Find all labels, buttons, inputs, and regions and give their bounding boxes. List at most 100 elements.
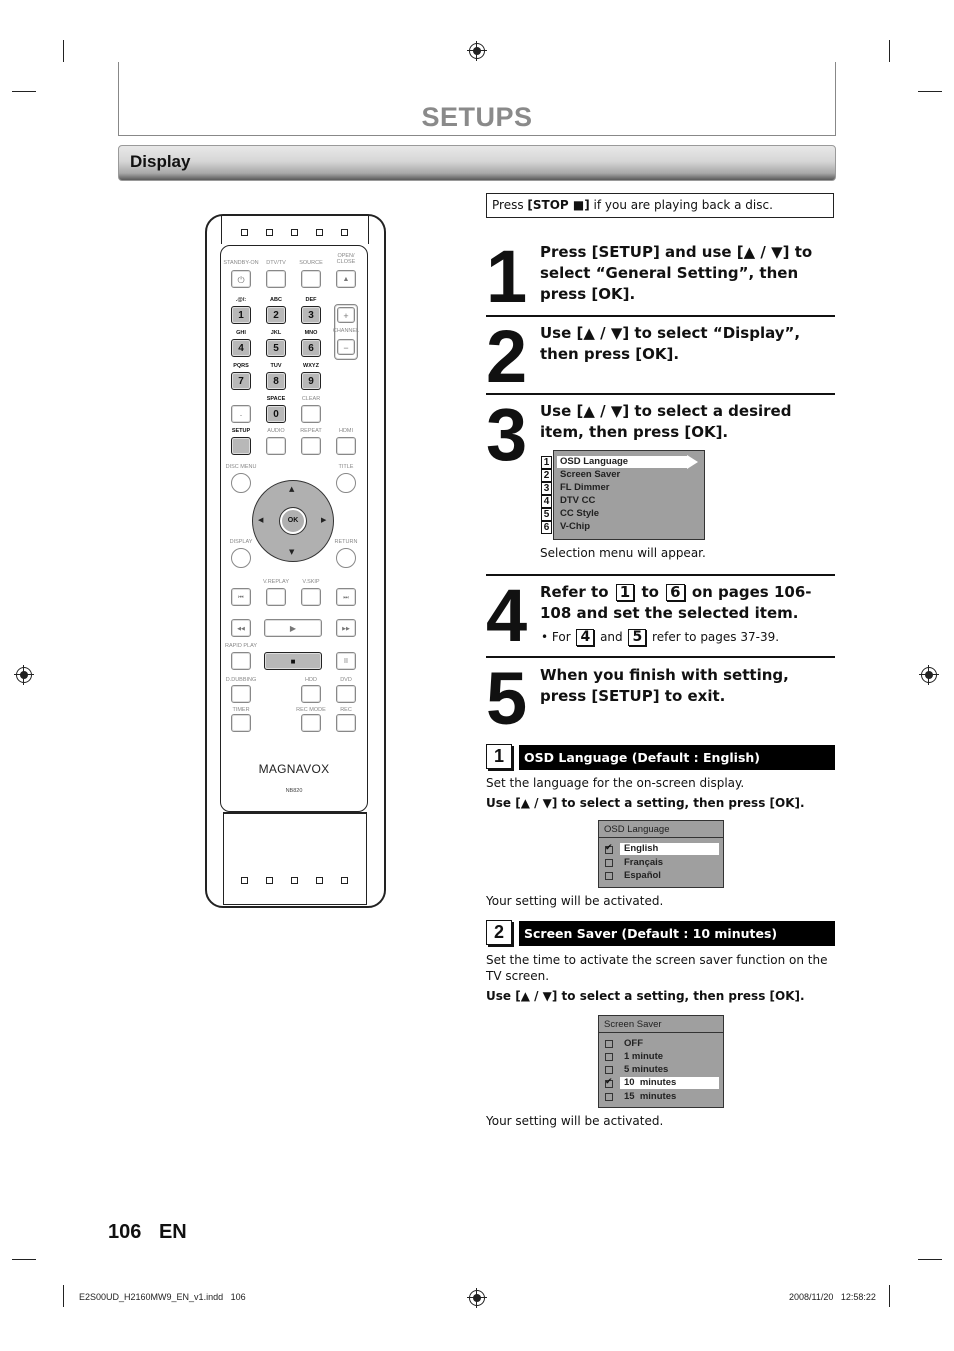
down-arrow-button[interactable]: ▼ — [289, 548, 294, 556]
dvd-button[interactable] — [336, 685, 356, 703]
key-4-button[interactable]: 4 — [231, 339, 251, 357]
ddubbing-button[interactable] — [231, 685, 251, 703]
checkbox[interactable] — [605, 872, 613, 880]
checkbox[interactable] — [605, 1093, 613, 1101]
disc-menu-button[interactable] — [231, 473, 251, 493]
vskip-button[interactable] — [301, 588, 321, 606]
chapter-header: SETUPS — [118, 62, 836, 136]
stop-button[interactable]: ■ — [264, 652, 322, 670]
return-button[interactable] — [336, 548, 356, 568]
checkbox[interactable] — [605, 1066, 613, 1074]
key-7-label: PQRS — [233, 363, 249, 369]
minus-icon: − — [343, 343, 349, 353]
crop-mark — [12, 1259, 36, 1260]
notice-text: Press — [492, 198, 528, 212]
key-2-button[interactable]: 2 — [266, 306, 286, 324]
dot-icon: · — [239, 410, 243, 420]
left-arrow-button[interactable]: ◀ — [258, 516, 263, 524]
option-espanol[interactable]: Español — [624, 870, 661, 882]
rapid-play-button[interactable] — [231, 652, 251, 670]
divider — [486, 656, 835, 658]
checkbox[interactable] — [605, 1053, 613, 1061]
key-3-label: DEF — [305, 297, 317, 303]
timer-label: TIMER — [232, 707, 250, 713]
skip-back-button[interactable]: ⏮ — [231, 588, 251, 606]
setup-button[interactable] — [231, 437, 251, 455]
model-number: NB820 — [285, 788, 303, 794]
led-icon — [241, 877, 248, 884]
channel-up-button[interactable]: + — [337, 307, 355, 323]
hdd-button[interactable] — [301, 685, 321, 703]
dtvtv-button[interactable] — [266, 270, 286, 288]
option-5-minutes[interactable]: 5 minutes — [624, 1064, 668, 1076]
clear-button[interactable] — [301, 405, 321, 423]
bullet-text: and — [600, 630, 623, 644]
key-1-label: .@/: — [235, 297, 247, 303]
key-1-button[interactable]: 1 — [231, 306, 251, 324]
bullet-text: • For — [541, 630, 571, 644]
audio-button[interactable] — [266, 437, 286, 455]
menu-item-fl-dimmer[interactable]: FL Dimmer — [560, 482, 609, 494]
rec-mode-button[interactable] — [301, 714, 321, 732]
timer-button[interactable] — [231, 714, 251, 732]
play-icon: ▶ — [289, 624, 297, 633]
vreplay-label: V.REPLAY — [263, 579, 289, 585]
key-8-button[interactable]: 8 — [266, 372, 286, 390]
key-0-label: SPACE — [266, 396, 286, 402]
rewind-icon: ◀◀ — [237, 626, 245, 632]
menu-item-cc-style[interactable]: CC Style — [560, 508, 599, 520]
title-button[interactable] — [336, 473, 356, 493]
checkbox-checked[interactable] — [605, 843, 613, 854]
checkbox-checked[interactable] — [605, 1077, 613, 1088]
key-6-button[interactable]: 6 — [301, 339, 321, 357]
key-7-button[interactable]: 7 — [231, 372, 251, 390]
checkbox[interactable] — [605, 859, 613, 867]
fast-forward-button[interactable]: ▶▶ — [336, 619, 356, 637]
key-0-button[interactable]: 0 — [266, 405, 286, 423]
play-button[interactable]: ▶ — [264, 619, 322, 637]
rewind-button[interactable]: ◀◀ — [231, 619, 251, 637]
key-5-button[interactable]: 5 — [266, 339, 286, 357]
option-francais[interactable]: Français — [624, 857, 663, 869]
menu-item-screen-saver[interactable]: Screen Saver — [560, 469, 620, 481]
display-button[interactable] — [231, 548, 251, 568]
option-15-minutes[interactable]: 15 minutes — [624, 1091, 676, 1103]
key-3-button[interactable]: 3 — [301, 306, 321, 324]
key-5-label: JKL — [270, 330, 282, 336]
crop-mark — [63, 40, 64, 62]
checkbox[interactable] — [605, 1040, 613, 1048]
setting-title-bar: Screen Saver (Default : 10 minutes) — [519, 921, 835, 946]
pause-button[interactable]: II — [336, 652, 356, 670]
right-arrow-button[interactable]: ▶ — [321, 516, 326, 524]
setting-description: Set the time to activate the screen save… — [486, 953, 828, 983]
option-10-minutes[interactable]: 10 minutes — [620, 1077, 719, 1089]
repeat-button[interactable] — [301, 437, 321, 455]
rec-button[interactable] — [336, 714, 356, 732]
skip-forward-button[interactable]: ⏭ — [336, 588, 356, 606]
standby-button[interactable]: ⏻ — [231, 270, 251, 288]
up-arrow-button[interactable]: ▲ — [289, 485, 294, 493]
setting-number: 2 — [486, 920, 512, 945]
menu-item-v-chip[interactable]: V-Chip — [560, 521, 590, 533]
item-index: 5 — [541, 508, 552, 521]
menu-item-dtv-cc[interactable]: DTV CC — [560, 495, 595, 507]
source-button[interactable] — [301, 270, 321, 288]
vskip-label: V.SKIP — [302, 579, 320, 585]
menu-item-osd-language[interactable]: OSD Language — [557, 456, 687, 468]
led-icon — [241, 229, 248, 236]
open-close-button[interactable]: ▲ — [336, 270, 356, 288]
dot-button[interactable]: · — [231, 405, 251, 423]
skip-forward-icon: ⏭ — [343, 595, 349, 601]
option-off[interactable]: OFF — [624, 1038, 643, 1050]
hdmi-button[interactable] — [336, 437, 356, 455]
key-9-button[interactable]: 9 — [301, 372, 321, 390]
option-english[interactable]: English — [620, 843, 719, 855]
option-1-minute[interactable]: 1 minute — [624, 1051, 663, 1063]
vreplay-button[interactable] — [266, 588, 286, 606]
step-instruction: When you finish with setting, press [SET… — [540, 666, 789, 705]
step-number: 2 — [486, 315, 528, 398]
channel-down-button[interactable]: − — [337, 339, 355, 355]
rapid-play-label: RAPID PLAY — [225, 643, 257, 649]
ok-button[interactable]: OK — [279, 507, 307, 535]
remote-battery-cover — [223, 812, 367, 905]
